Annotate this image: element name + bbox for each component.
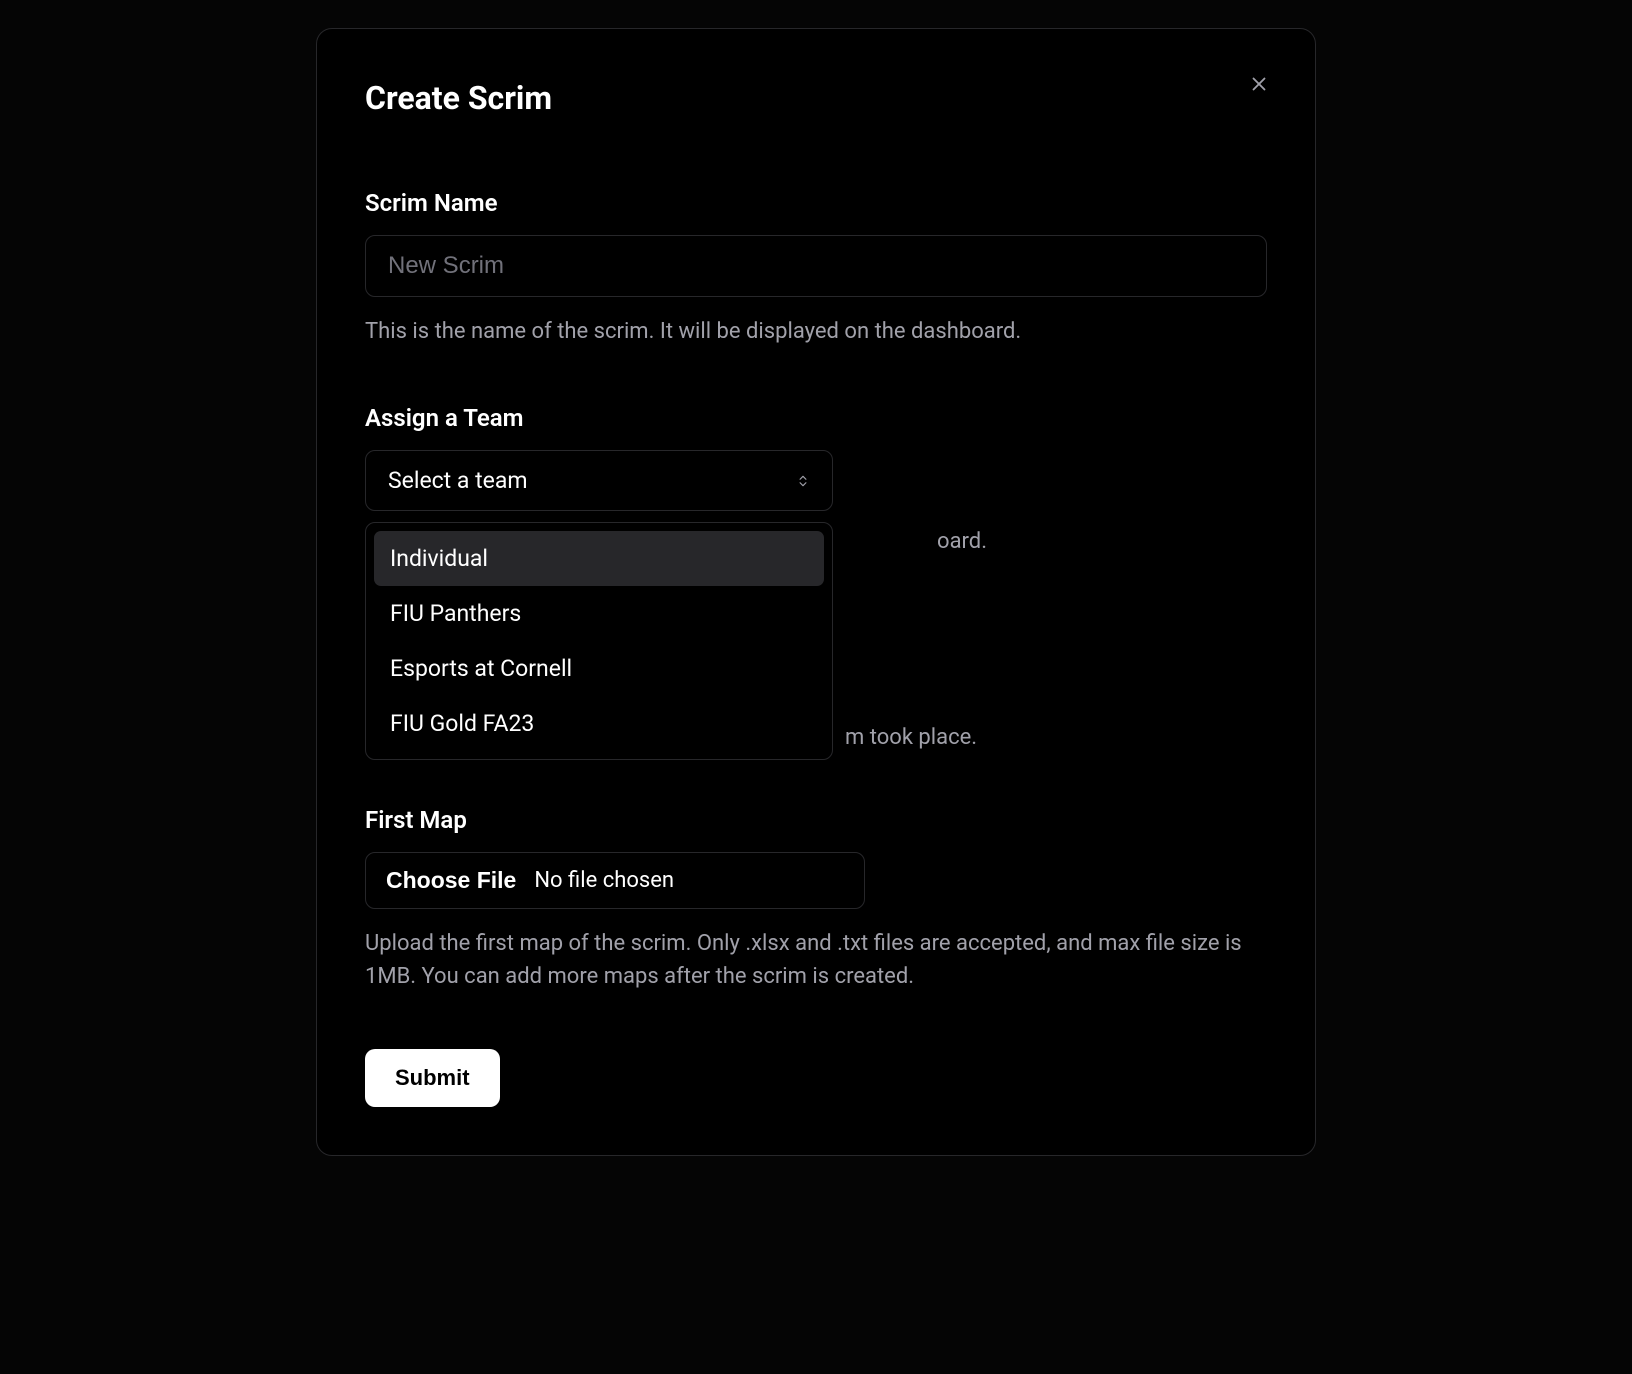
first-map-label: First Map — [365, 806, 1267, 834]
team-option-fiu-gold[interactable]: FIU Gold FA23 — [374, 696, 824, 751]
scrim-name-input[interactable] — [365, 235, 1267, 297]
first-map-help: Upload the first map of the scrim. Only … — [365, 927, 1267, 993]
team-select-value: Select a team — [388, 467, 528, 494]
choose-file-button[interactable]: Choose File — [386, 867, 516, 894]
assign-team-group: Assign a Team Select a team Individual F… — [365, 404, 1267, 554]
submit-button[interactable]: Submit — [365, 1049, 500, 1107]
team-select-wrapper: Select a team Individual FIU Panthers Es… — [365, 450, 833, 511]
first-map-group: First Map Choose File No file chosen Upl… — [365, 806, 1267, 993]
create-scrim-modal: Create Scrim Scrim Name This is the name… — [316, 28, 1316, 1156]
scrim-name-help: This is the name of the scrim. It will b… — [365, 315, 1267, 348]
scrim-name-group: Scrim Name This is the name of the scrim… — [365, 189, 1267, 348]
scrim-name-label: Scrim Name — [365, 189, 1267, 217]
close-button[interactable] — [1243, 69, 1275, 101]
team-option-esports-cornell[interactable]: Esports at Cornell — [374, 641, 824, 696]
modal-title: Create Scrim — [365, 79, 1267, 117]
assign-team-label: Assign a Team — [365, 404, 1267, 432]
team-select-trigger[interactable]: Select a team — [365, 450, 833, 511]
team-option-individual[interactable]: Individual — [374, 531, 824, 586]
team-dropdown: Individual FIU Panthers Esports at Corne… — [365, 522, 833, 760]
close-icon — [1248, 73, 1270, 98]
file-status-text: No file chosen — [534, 868, 674, 893]
file-input-row[interactable]: Choose File No file chosen — [365, 852, 865, 909]
chevron-up-down-icon — [796, 474, 810, 488]
team-option-fiu-panthers[interactable]: FIU Panthers — [374, 586, 824, 641]
